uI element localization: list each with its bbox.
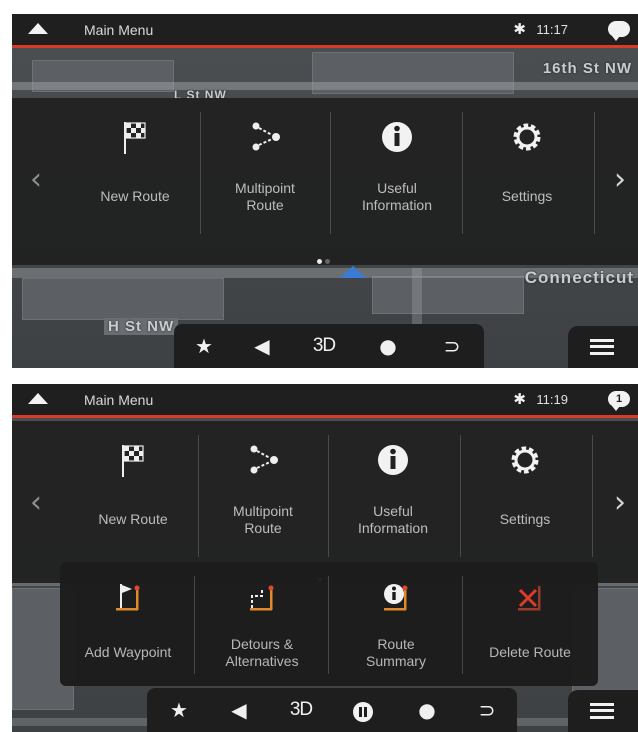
main-menu-panel: ‹ New Route Multipoint Route Useful Inform… bbox=[12, 421, 638, 583]
submenu-item-delete-route[interactable]: Delete Route bbox=[464, 570, 596, 680]
menu-item-label: Multipoint Route bbox=[233, 503, 293, 536]
page-indicator bbox=[317, 251, 337, 264]
menu-item-label: Settings bbox=[499, 511, 551, 527]
submenu-item-detours-alternatives[interactable]: Detours & Alternatives bbox=[196, 570, 328, 680]
return-icon[interactable]: ⊃ bbox=[465, 688, 509, 732]
view-mode-button[interactable]: 3D bbox=[279, 688, 323, 732]
star-icon[interactable]: ★ bbox=[182, 324, 226, 368]
multipoint-route-icon bbox=[252, 122, 280, 151]
hamburger-menu-button[interactable] bbox=[568, 690, 638, 732]
menu-item-label: New Route bbox=[100, 188, 170, 204]
speaker-icon[interactable]: ◀ bbox=[240, 324, 284, 368]
add-waypoint-icon bbox=[116, 584, 140, 611]
menu-item-useful-information[interactable]: Useful Information bbox=[328, 427, 458, 567]
user-icon[interactable]: ● bbox=[366, 324, 410, 368]
street-label: 16th St NW bbox=[542, 60, 632, 77]
view-mode-button[interactable]: 3D bbox=[302, 324, 346, 368]
menu-item-label: New Route bbox=[98, 511, 168, 527]
user-icon[interactable]: ● bbox=[405, 688, 449, 732]
menu-item-multipoint-route[interactable]: Multipoint Route bbox=[198, 427, 328, 567]
multipoint-route-icon bbox=[250, 445, 278, 474]
chevron-left-icon[interactable]: ‹ bbox=[30, 485, 42, 520]
map-toolbar: ★ ◀ 3D ● ⊃ bbox=[147, 688, 517, 732]
current-position-icon bbox=[340, 266, 366, 278]
message-icon[interactable] bbox=[608, 21, 630, 41]
hamburger-icon bbox=[590, 339, 614, 355]
submenu-item-add-waypoint[interactable]: Add Waypoint bbox=[62, 570, 194, 680]
pause-icon[interactable] bbox=[341, 688, 385, 732]
menu-item-label: Settings bbox=[501, 188, 553, 204]
submenu-item-label: Delete Route bbox=[489, 644, 571, 660]
menu-item-new-route[interactable]: New Route bbox=[70, 104, 200, 244]
main-menu-panel: ‹ New Route Multipoint Route Useful Inform… bbox=[12, 98, 638, 265]
submenu-item-label: Route Summary bbox=[366, 636, 426, 669]
info-icon bbox=[378, 445, 408, 475]
menu-item-multipoint-route[interactable]: Multipoint Route bbox=[200, 104, 330, 244]
delete-route-icon bbox=[518, 586, 541, 611]
status-time: 11:19 bbox=[536, 392, 568, 407]
chevron-left-icon[interactable]: ‹ bbox=[30, 162, 42, 197]
status-bar: Main Menu ✱ 11:17 bbox=[12, 14, 638, 48]
speaker-icon[interactable]: ◀ bbox=[217, 688, 261, 732]
menu-item-new-route[interactable]: New Route bbox=[68, 427, 198, 567]
map-toolbar: ★ ◀ 3D ● ⊃ bbox=[174, 324, 484, 368]
bluetooth-icon: ✱ bbox=[513, 391, 526, 408]
submenu-item-label: Detours & Alternatives bbox=[225, 636, 299, 669]
gear-icon bbox=[513, 123, 541, 151]
street-label: H St NW bbox=[104, 318, 179, 335]
menu-item-settings[interactable]: Settings bbox=[460, 427, 590, 567]
info-icon bbox=[382, 122, 412, 152]
return-icon[interactable]: ⊃ bbox=[430, 324, 474, 368]
chevron-right-icon[interactable]: › bbox=[614, 162, 626, 197]
menu-item-settings[interactable]: Settings bbox=[462, 104, 592, 244]
checkered-flag-icon bbox=[124, 122, 146, 154]
route-summary-icon bbox=[384, 584, 408, 611]
hamburger-icon bbox=[590, 703, 614, 719]
submenu-item-label: Add Waypoint bbox=[84, 644, 172, 660]
status-bar: Main Menu ✱ 11:19 1 bbox=[12, 384, 638, 418]
gear-icon bbox=[511, 446, 539, 474]
menu-item-label: Multipoint Route bbox=[235, 180, 295, 213]
checkered-flag-icon bbox=[122, 445, 144, 477]
status-title: Main Menu bbox=[84, 22, 154, 38]
status-time: 11:17 bbox=[536, 22, 568, 37]
collapse-up-icon[interactable] bbox=[28, 23, 48, 34]
screen-main-menu-1: Main Menu ✱ 11:17 16th St NW L St NW Con… bbox=[12, 14, 638, 368]
star-icon[interactable]: ★ bbox=[157, 688, 201, 732]
street-label: Connecticut bbox=[524, 268, 634, 287]
menu-item-useful-information[interactable]: Useful Information bbox=[332, 104, 462, 244]
chevron-right-icon[interactable]: › bbox=[614, 485, 626, 520]
menu-item-label: Useful Information bbox=[361, 180, 433, 213]
detours-icon bbox=[250, 585, 274, 611]
hamburger-menu-button[interactable] bbox=[568, 326, 638, 368]
submenu-item-route-summary[interactable]: Route Summary bbox=[330, 570, 462, 680]
message-icon[interactable]: 1 bbox=[608, 391, 630, 411]
route-submenu-panel: Add Waypoint Detours & Alternatives Route… bbox=[60, 562, 598, 686]
collapse-up-icon[interactable] bbox=[28, 393, 48, 404]
bluetooth-icon: ✱ bbox=[513, 21, 526, 38]
screen-main-menu-2: Main Menu ✱ 11:19 1 ‹ New Route Multipoi… bbox=[12, 384, 638, 732]
status-title: Main Menu bbox=[84, 392, 154, 408]
menu-item-label: Useful Information bbox=[357, 503, 429, 536]
